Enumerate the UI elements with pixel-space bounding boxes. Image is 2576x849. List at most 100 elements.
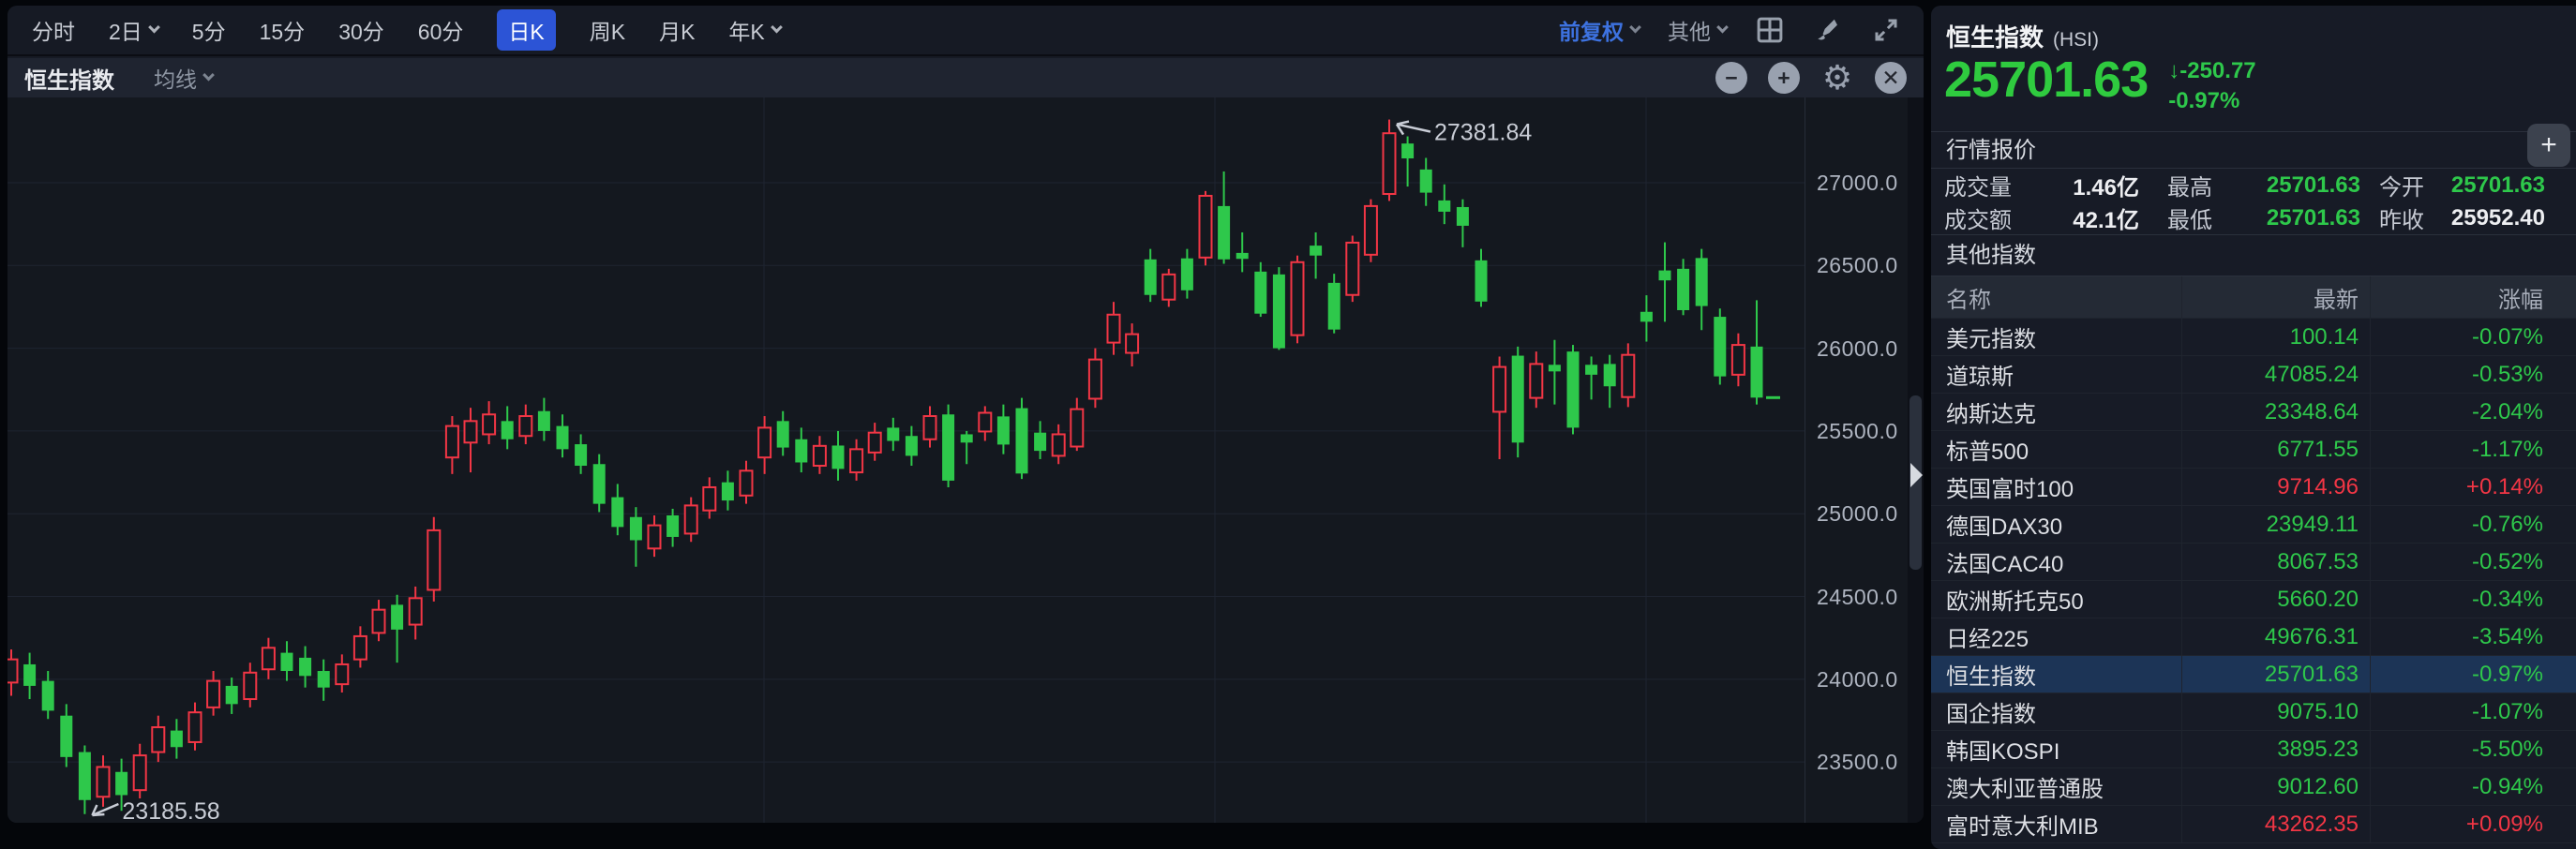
index-last: 9012.60 (2182, 768, 2371, 805)
period-tab-月K[interactable]: 月K (659, 14, 695, 46)
index-row-德国DAX30[interactable]: 德国DAX3023949.11-0.76% (1931, 506, 2576, 544)
indices-table-header: 名称 最新 涨幅 (1931, 276, 2576, 319)
chart-card: 分时 2日 5分 15分 30分 60分 日K 周K 月K 年K 前复权 其他 恒生指数 均线 (7, 6, 1924, 823)
ma-dropdown[interactable]: 均线 (154, 62, 213, 94)
price-axis[interactable]: 27000.026500.026000.025500.025000.024500… (1805, 97, 1901, 823)
other-label: 其他 (1668, 14, 1711, 46)
index-row-国企指数[interactable]: 国企指数9075.10-1.07% (1931, 693, 2576, 731)
chevron-down-icon (771, 22, 783, 34)
index-last: 6771.55 (2182, 431, 2371, 468)
period-tab-周K[interactable]: 周K (590, 14, 625, 46)
quote-value: 1.46亿 (2025, 169, 2139, 201)
quote-label: 成交额 (1944, 201, 2025, 234)
quote-row: 成交额42.1亿最低25701.63昨收25952.40 (1931, 201, 2576, 234)
layout-grid-icon[interactable] (1755, 15, 1785, 45)
chart-controls: − + ⚙ ✕ (1715, 62, 1907, 94)
index-last: 9075.10 (2182, 693, 2371, 730)
quote-panel: 恒生指数 (HSI) 25701.63 ↓-250.77 -0.97% + 行情… (1931, 6, 2576, 849)
draw-brush-icon[interactable] (1813, 15, 1843, 45)
axis-tick-label: 24500.0 (1817, 585, 1898, 610)
index-last: 100.14 (2182, 319, 2371, 355)
index-name: 德国DAX30 (1931, 506, 2182, 543)
index-change: +0.14% (2371, 474, 2576, 500)
col-name: 名称 (1931, 276, 2182, 318)
zoom-in-icon[interactable]: + (1768, 62, 1800, 94)
index-name: 英国富时100 (1931, 469, 2182, 505)
index-last: 47085.24 (2182, 356, 2371, 393)
index-name: 富时意大利MIB (1931, 806, 2182, 842)
axis-tick-label: 24000.0 (1817, 667, 1898, 693)
index-last: 25701.63 (2182, 656, 2371, 693)
gear-icon[interactable]: ⚙ (1820, 62, 1854, 94)
index-name: 法国CAC40 (1931, 544, 2182, 580)
period-tab-60分[interactable]: 60分 (418, 14, 464, 46)
index-change: -0.07% (2371, 324, 2576, 350)
candlestick-plot[interactable]: 27381.8423185.58 27000.026500.026000.025… (7, 97, 1924, 823)
toolbar-right-group: 前复权 其他 (1559, 14, 1901, 46)
period-tab-分时[interactable]: 分时 (32, 14, 75, 46)
index-last: 43262.35 (2182, 806, 2371, 842)
adjust-mode-dropdown[interactable]: 前复权 (1559, 14, 1640, 46)
chart-subheader: 恒生指数 均线 − + ⚙ ✕ (7, 58, 1924, 97)
index-name: 欧洲斯托克50 (1931, 581, 2182, 618)
chevron-down-icon (148, 22, 160, 34)
index-change: -2.04% (2371, 399, 2576, 425)
index-change: -1.07% (2371, 699, 2576, 725)
other-dropdown[interactable]: 其他 (1668, 14, 1727, 46)
index-last: 3895.23 (2182, 731, 2371, 767)
index-name: 美元指数 (1931, 319, 2182, 355)
quote-label: 最低 (2167, 201, 2233, 234)
index-last: 23949.11 (2182, 506, 2371, 543)
period-tab-5分[interactable]: 5分 (192, 14, 226, 46)
quote-value: 25952.40 (2435, 205, 2545, 231)
index-row-澳大利亚普通股[interactable]: 澳大利亚普通股9012.60-0.94% (1931, 768, 2576, 806)
panel-collapse-arrow[interactable] (1910, 463, 1923, 487)
axis-tick-label: 25000.0 (1817, 501, 1898, 527)
period-toolbar: 分时 2日 5分 15分 30分 60分 日K 周K 月K 年K 前复权 其他 (7, 6, 1924, 56)
index-row-纳斯达克[interactable]: 纳斯达克23348.64-2.04% (1931, 394, 2576, 431)
index-name: 标普500 (1931, 431, 2182, 468)
index-row-法国CAC40[interactable]: 法国CAC408067.53-0.52% (1931, 544, 2576, 581)
index-row-英国富时100[interactable]: 英国富时1009714.96+0.14% (1931, 469, 2576, 506)
period-tab-2日[interactable]: 2日 (109, 14, 158, 46)
index-row-美元指数[interactable]: 美元指数100.14-0.07% (1931, 319, 2576, 356)
change-absolute: ↓-250.77 (2168, 56, 2255, 86)
period-tab-30分[interactable]: 30分 (338, 14, 384, 46)
quote-section-header: 行情报价 (1931, 131, 2576, 169)
index-row-欧洲斯托克50[interactable]: 欧洲斯托克505660.20-0.34% (1931, 581, 2576, 618)
chart-instrument-label: 恒生指数 (24, 62, 114, 95)
close-icon[interactable]: ✕ (1875, 62, 1907, 94)
index-row-富时意大利MIB[interactable]: 富时意大利MIB43262.35+0.09% (1931, 806, 2576, 843)
period-tab-日K[interactable]: 日K (497, 9, 555, 51)
index-change: -0.53% (2371, 362, 2576, 388)
index-last: 9714.96 (2182, 469, 2371, 505)
candlestick-svg: 27381.8423185.58 (7, 97, 1805, 823)
index-row-道琼斯[interactable]: 道琼斯47085.24-0.53% (1931, 356, 2576, 394)
index-row-标普500[interactable]: 标普5006771.55-1.17% (1931, 431, 2576, 469)
index-row-日经225[interactable]: 日经22549676.31-3.54% (1931, 618, 2576, 656)
axis-tick-label: 25500.0 (1817, 419, 1898, 444)
index-change: -5.50% (2371, 737, 2576, 763)
last-price: 25701.63 (1944, 51, 2148, 109)
index-name: 恒生指数 (1931, 656, 2182, 693)
add-watchlist-button[interactable]: + (2527, 124, 2570, 167)
change-percent: -0.97% (2168, 86, 2255, 116)
period-tab-15分[interactable]: 15分 (260, 14, 306, 46)
index-last: 23348.64 (2182, 394, 2371, 430)
index-name: 日经225 (1931, 618, 2182, 655)
instrument-title-row: 恒生指数 (HSI) (1931, 6, 2576, 49)
quote-value: 25701.63 (2233, 172, 2360, 199)
chevron-down-icon (1716, 22, 1729, 34)
adjust-mode-label: 前复权 (1559, 14, 1624, 46)
svg-text:27381.84: 27381.84 (1434, 120, 1532, 146)
index-row-恒生指数[interactable]: 恒生指数25701.63-0.97% (1931, 656, 2576, 693)
axis-scrollbar[interactable] (1908, 97, 1924, 823)
zoom-out-icon[interactable]: − (1715, 62, 1747, 94)
index-change: -0.34% (2371, 587, 2576, 613)
period-tab-年K[interactable]: 年K (728, 14, 780, 46)
ma-label: 均线 (154, 62, 197, 94)
index-row-韩国KOSPI[interactable]: 韩国KOSPI3895.23-5.50% (1931, 731, 2576, 768)
quote-value: 42.1亿 (2025, 201, 2139, 234)
fullscreen-expand-icon[interactable] (1871, 15, 1901, 45)
down-arrow-icon: ↓ (2168, 58, 2179, 83)
